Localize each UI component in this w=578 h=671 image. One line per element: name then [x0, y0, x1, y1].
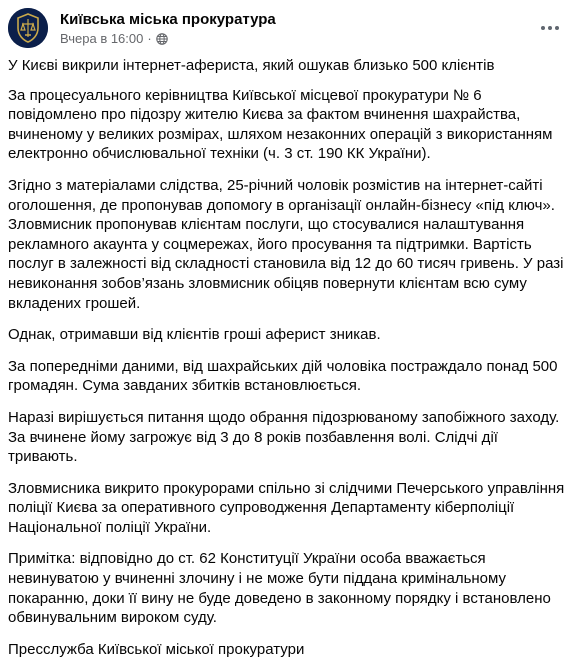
post-paragraph: Згідно з матеріалами слідства, 25-річний… — [8, 176, 564, 312]
post-paragraph: Однак, отримавши від клієнтів гроші афер… — [8, 326, 381, 344]
more-options-icon — [541, 26, 545, 30]
post-paragraph: У Києві викрили інтернет-афериста, який … — [8, 57, 495, 74]
prosecutor-emblem-icon — [8, 8, 48, 48]
post-paragraph: Наразі вирішується питання щодо обрання … — [8, 408, 560, 466]
post-paragraph: Зловмисника викрито прокурорами спільно … — [8, 479, 565, 536]
more-options-button[interactable] — [534, 12, 566, 44]
post-paragraph: За процесуального керівництва Київської … — [8, 86, 553, 163]
facebook-post: Київська міська прокуратура Вчера в 16:0… — [0, 0, 578, 658]
post-header: Київська міська прокуратура Вчера в 16:0… — [8, 8, 570, 48]
post-timestamp[interactable]: Вчера в 16:00 — [60, 31, 143, 47]
post-signature: Пресслужба Київської міської прокуратури — [8, 640, 305, 658]
page-name-link[interactable]: Київська міська прокуратура — [60, 10, 276, 29]
post-meta: Вчера в 16:00 · — [60, 31, 168, 47]
post-paragraph: Примітка: відповідно до ст. 62 Конституц… — [8, 550, 551, 627]
avatar[interactable] — [8, 8, 48, 48]
globe-icon[interactable] — [155, 33, 168, 45]
post-text: У Києві викрили інтернет-афериста, який … — [8, 56, 568, 671]
more-options-dot — [548, 26, 552, 30]
meta-separator: · — [147, 31, 152, 46]
more-options-dot — [555, 26, 559, 30]
post-paragraph: За попередніми даними, від шахрайських д… — [8, 357, 558, 395]
